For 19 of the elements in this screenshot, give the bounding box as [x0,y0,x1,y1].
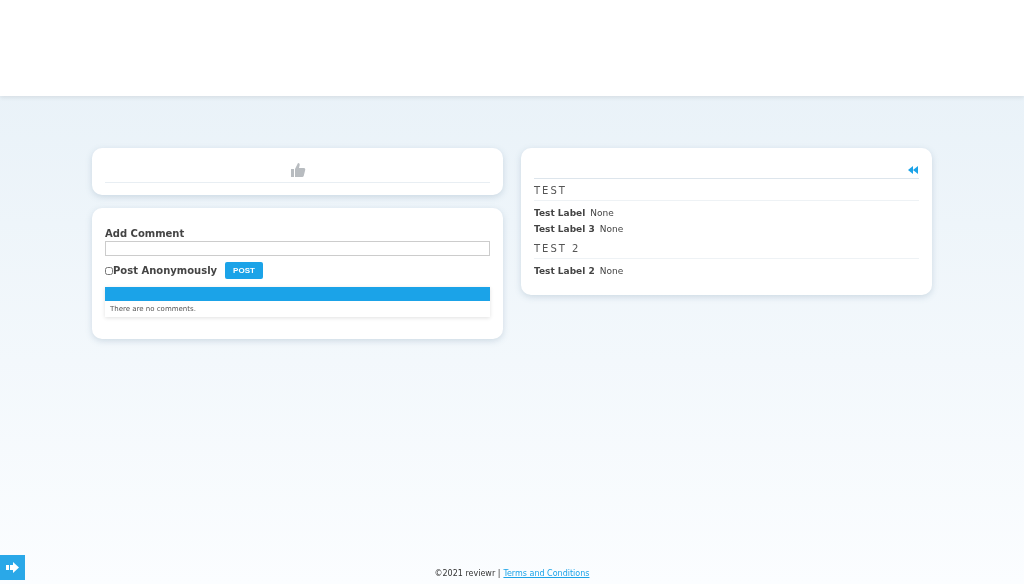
thumbs-up-icon[interactable] [289,162,306,178]
field-value: None [599,266,624,276]
field-label: Test Label [534,208,586,218]
copyright-text: ©2021 reviewr | [434,569,501,578]
anonymous-label: Post Anonymously [113,265,218,276]
field-value: None [590,208,614,218]
field-label: Test Label 2 [534,266,595,276]
anonymous-checkbox[interactable] [105,266,113,275]
comment-field[interactable] [105,241,490,256]
field-label: Test Label 3 [534,224,595,234]
post-button[interactable]: POST [225,262,263,279]
terms-link[interactable]: Terms and Conditions [503,569,590,578]
field-value: None [599,224,624,234]
logout-button[interactable] [0,555,25,580]
logout-icon [6,562,19,573]
rewind-icon[interactable] [908,166,919,174]
add-comment-label: Add Comment [105,228,186,239]
section-title: TEST 2 [534,237,919,259]
section-title: TEST [534,179,919,201]
